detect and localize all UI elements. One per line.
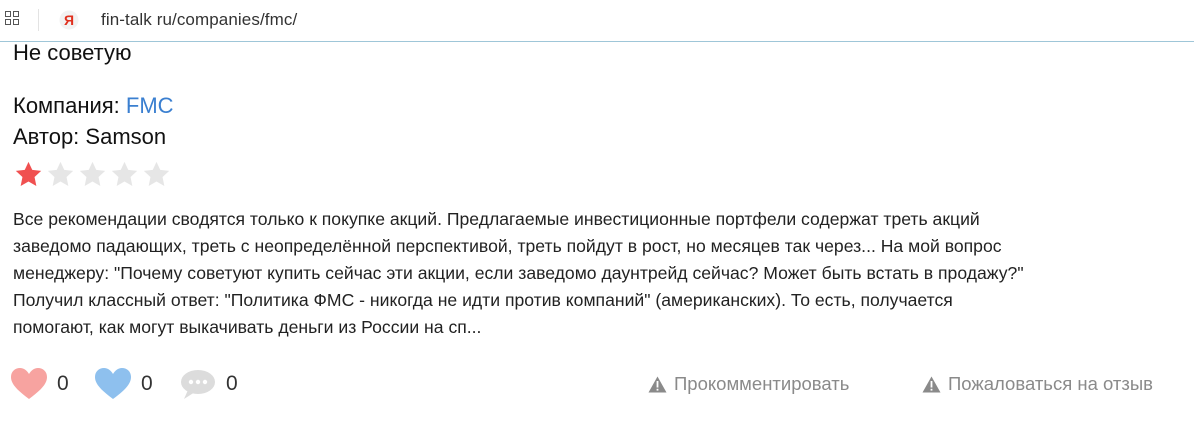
comment-count-button[interactable]: 0	[180, 364, 238, 404]
star-empty-icon	[111, 161, 138, 186]
comment-count: 0	[226, 372, 238, 395]
review-text-line: менеджеру: "Почему советуют купить сейча…	[13, 263, 1024, 283]
company-line: Компания: FMC	[13, 93, 174, 119]
svg-text:Я: Я	[64, 12, 74, 28]
comment-link[interactable]: Прокомментировать	[648, 364, 849, 404]
warning-icon	[922, 376, 941, 392]
star-empty-icon	[79, 161, 106, 186]
author-name: Samson	[85, 124, 167, 149]
review-text-line: заведомо падающих, треть с неопределённо…	[13, 236, 1002, 256]
star-empty-icon	[143, 161, 170, 186]
review-text-line: Получил классный ответ: "Политика ФМС - …	[13, 290, 953, 310]
review-card: Не советую Компания: FMC Автор: Samson В…	[0, 40, 1194, 445]
speech-bubble-icon	[181, 370, 215, 399]
star-filled-icon	[15, 161, 42, 186]
heart-icon	[11, 368, 47, 399]
star-rating	[14, 160, 171, 194]
like-button[interactable]: 0	[11, 364, 69, 404]
report-link[interactable]: Пожаловаться на отзыв	[922, 364, 1153, 404]
review-actions: 0 0 0 Прокомментировать Пожаловаться на …	[0, 364, 1194, 404]
review-text-line: помогают, как могут выкачивать деньги из…	[13, 317, 482, 337]
url-field[interactable]: fin-talk ru/companies/fmc/	[101, 10, 297, 30]
author-label: Автор:	[13, 124, 80, 149]
star-empty-icon	[47, 161, 74, 186]
address-bar-divider	[38, 9, 39, 31]
browser-address-bar: Я fin-talk ru/companies/fmc/	[0, 0, 1194, 42]
comment-link-label: Прокомментировать	[674, 373, 850, 394]
review-text: Все рекомендации сводятся только к покуп…	[13, 206, 1188, 341]
review-text-line: Все рекомендации сводятся только к покуп…	[13, 209, 980, 229]
heart-blue-icon	[95, 368, 131, 399]
review-title: Не советую	[13, 40, 132, 65]
like-blue-button[interactable]: 0	[95, 364, 153, 404]
company-label: Компания:	[13, 93, 120, 118]
like-blue-count: 0	[141, 372, 153, 395]
yandex-icon: Я	[59, 10, 79, 30]
company-link[interactable]: FMC	[126, 93, 174, 118]
tabs-grid-icon[interactable]	[5, 11, 19, 25]
warning-icon	[648, 376, 667, 392]
report-link-label: Пожаловаться на отзыв	[948, 373, 1153, 394]
like-count: 0	[57, 372, 69, 395]
author-line: Автор: Samson	[13, 124, 166, 150]
